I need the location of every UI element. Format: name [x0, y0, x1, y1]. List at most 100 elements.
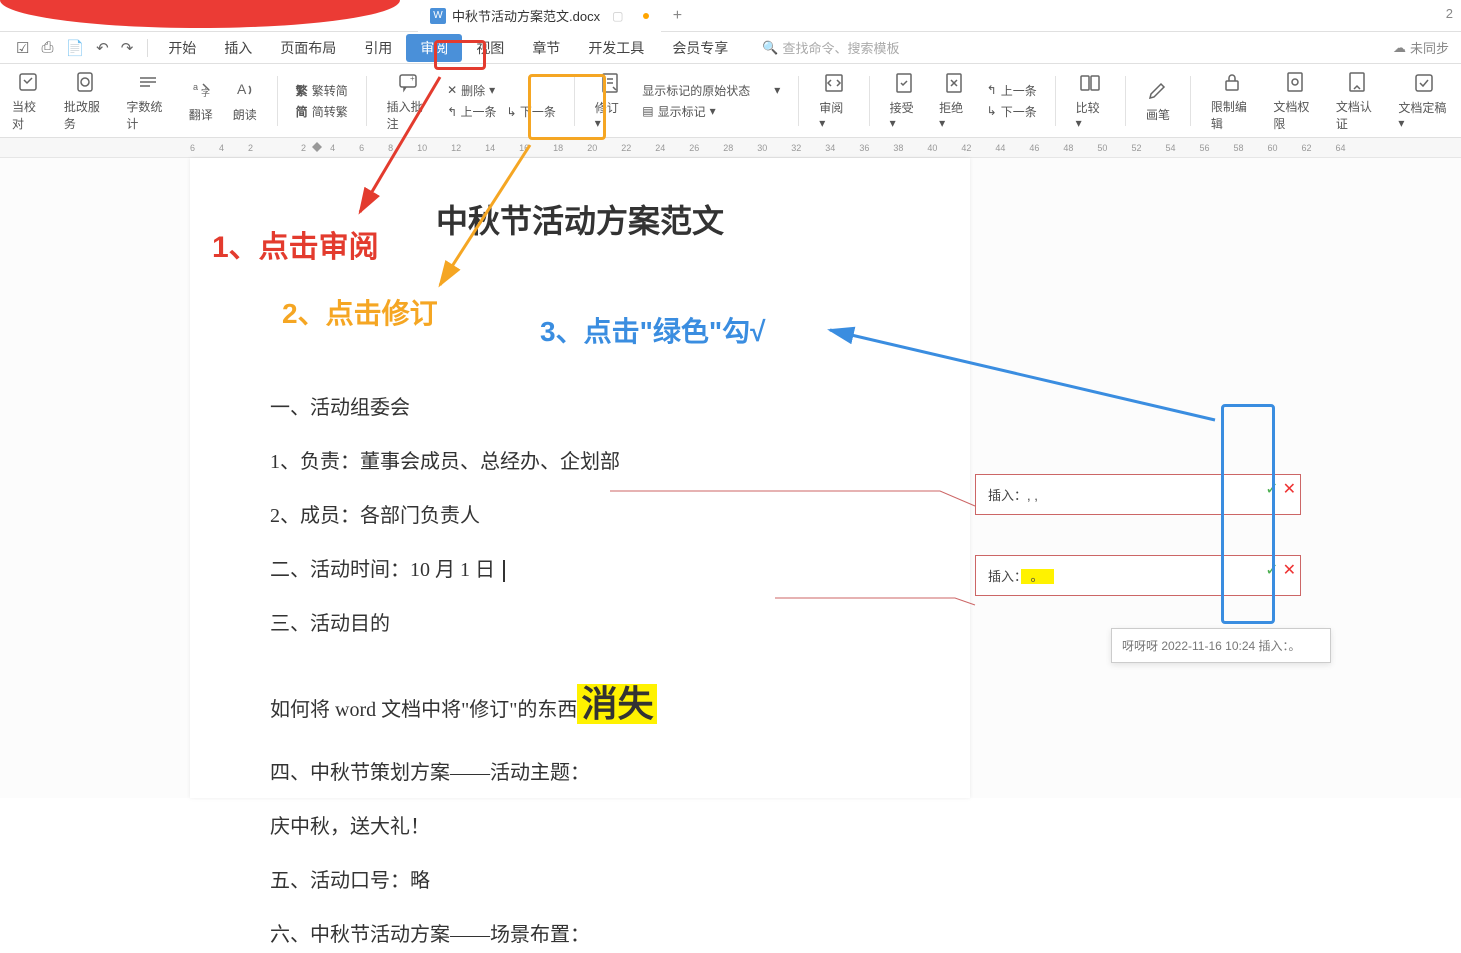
menu-start[interactable]: 开始: [154, 34, 210, 62]
annotation-step-3: 3、点击"绿色"勾√: [540, 310, 766, 350]
menu-section[interactable]: 章节: [518, 34, 574, 62]
accept-comment-icon[interactable]: ✓: [1265, 560, 1278, 580]
doc-line: 三、活动目的: [270, 606, 890, 642]
next-comment-button[interactable]: ↳ 下一条: [506, 103, 555, 120]
menu-member[interactable]: 会员专享: [658, 34, 742, 62]
read-button[interactable]: A 朗读: [227, 76, 263, 125]
approval-button[interactable]: 批改服务: [58, 68, 112, 134]
menu-pagelayout[interactable]: 页面布局: [266, 34, 350, 62]
doc-line: 如何将 word 文档中将"修订"的东西消失: [270, 672, 890, 737]
menu-insert[interactable]: 插入: [210, 34, 266, 62]
prev-comment-button[interactable]: ↰ 上一条: [447, 103, 496, 120]
command-search[interactable]: 🔍 查找命令、搜索模板: [762, 38, 899, 57]
search-placeholder: 查找命令、搜索模板: [783, 38, 900, 57]
indent-marker-icon[interactable]: [312, 140, 322, 154]
doc-auth-button[interactable]: 文档认证: [1330, 68, 1384, 134]
delete-nav-group: ✕删除▾ ↰ 上一条 ↳ 下一条: [443, 82, 560, 120]
accept-comment-icon[interactable]: ✓: [1265, 479, 1278, 499]
tab-minimize-icon[interactable]: ▢: [612, 9, 623, 23]
print-icon[interactable]: ⎙: [41, 39, 53, 57]
annotation-step-1: 1、点击审阅: [212, 222, 379, 266]
read-icon: A: [233, 78, 257, 102]
fan-to-simple-button[interactable]: 繁繁转简: [296, 82, 348, 99]
review-pane-button[interactable]: 审阅 ▾: [813, 69, 855, 132]
auth-icon: [1345, 70, 1369, 94]
doc-finalize-button[interactable]: 文档定稿 ▾: [1392, 69, 1455, 132]
markup-state-dropdown[interactable]: 显示标记的原始状态: [642, 82, 750, 99]
next-change-button[interactable]: ↳下一条: [987, 103, 1037, 120]
markup-icon: ▤: [642, 104, 653, 118]
insert-comment-button[interactable]: + 插入批注: [381, 68, 435, 134]
word-doc-icon: W: [430, 8, 446, 24]
comment-tooltip: 呀呀呀 2022-11-16 10:24 插入：。: [1111, 628, 1331, 663]
menu-reference[interactable]: 引用: [350, 34, 406, 62]
document-tab[interactable]: W 中秋节活动方案范文.docx ▢: [418, 0, 661, 32]
doc-permission-button[interactable]: 文档权限: [1267, 68, 1321, 134]
lock-icon: [1220, 70, 1244, 94]
jian-icon: 简: [296, 103, 308, 120]
left-margin: [0, 158, 190, 798]
next-icon: ↳: [987, 104, 997, 118]
comment-box-2[interactable]: ✓ ✕ 插入：。: [975, 555, 1301, 596]
accept-button[interactable]: 接受 ▾: [884, 69, 926, 132]
change-nav-group: ↰上一条 ↳下一条: [983, 82, 1041, 120]
restrict-edit-button[interactable]: 限制编辑: [1205, 68, 1259, 134]
delete-comment-button[interactable]: ✕删除▾: [447, 82, 556, 99]
reject-icon: [942, 71, 966, 95]
translate-button[interactable]: a字 翻译: [183, 76, 219, 125]
text-cursor: [503, 560, 505, 582]
dropdown-icon: ▾: [489, 83, 495, 97]
comment-text: 插入：。: [988, 569, 1054, 584]
highlighted-text: 消失: [577, 684, 657, 724]
doc-line: 2、成员：各部门负责人: [270, 498, 890, 534]
review-ribbon: 当校对 批改服务 字数统计 a字 翻译 A 朗读 繁繁转简 简简转繁 + 插入批…: [0, 64, 1461, 138]
cloud-icon: ☁: [1393, 40, 1406, 56]
tab-title: 中秋节活动方案范文.docx: [452, 6, 600, 25]
review-pane-icon: [822, 71, 846, 95]
finalize-icon: [1412, 71, 1436, 95]
permission-icon: [1283, 70, 1307, 94]
menu-review[interactable]: 审阅: [406, 34, 462, 62]
divider: [147, 39, 148, 57]
dropdown-icon[interactable]: ▾: [774, 83, 780, 97]
delete-icon: ✕: [447, 83, 457, 97]
ruler-ticks: 642 2468 10121416 18202224 26283032 3436…: [190, 143, 1346, 153]
undo-icon[interactable]: ↶: [96, 39, 109, 57]
sync-label: 未同步: [1410, 38, 1449, 57]
comments-pane: ✓ ✕ 插入：, , ✓ ✕ 插入：。: [975, 474, 1301, 636]
sync-status[interactable]: ☁ 未同步: [1393, 38, 1449, 57]
add-tab-button[interactable]: +: [661, 7, 693, 25]
doc-line: 六、中秋节活动方案——场景布置：: [270, 917, 890, 953]
svg-text:+: +: [410, 74, 415, 83]
wordcount-icon: [136, 70, 160, 94]
menu-devtools[interactable]: 开发工具: [574, 34, 658, 62]
revise-icon: [598, 71, 622, 95]
doc-line: 二、活动时间：10 月 1 日: [270, 552, 890, 588]
doc-line: 五、活动口号：略: [270, 863, 890, 899]
horizontal-ruler[interactable]: 642 2468 10121416 18202224 26283032 3436…: [0, 138, 1461, 158]
doc-line: 1、负责：董事会成员、总经办、企划部: [270, 444, 890, 480]
proofread-button[interactable]: 当校对: [6, 68, 50, 134]
preview-icon[interactable]: 📄: [65, 39, 84, 57]
unsaved-indicator-icon: [643, 13, 649, 19]
compare-button[interactable]: 比较 ▾: [1070, 69, 1112, 132]
doc-line: 庆中秋，送大礼！: [270, 809, 890, 845]
accept-icon: [892, 71, 916, 95]
translate-icon: a字: [189, 78, 213, 102]
pen-button[interactable]: 画笔: [1140, 76, 1176, 125]
reject-button[interactable]: 拒绝 ▾: [933, 69, 975, 132]
doc-line: 四、中秋节策划方案——活动主题：: [270, 755, 890, 791]
comment-box-1[interactable]: ✓ ✕ 插入：, ,: [975, 474, 1301, 515]
simple-to-fan-button[interactable]: 简简转繁: [296, 103, 348, 120]
comment-text: 插入：, ,: [988, 488, 1038, 503]
menu-view[interactable]: 视图: [462, 34, 518, 62]
convert-group: 繁繁转简 简简转繁: [292, 82, 352, 120]
wordcount-button[interactable]: 字数统计: [120, 68, 174, 134]
show-markup-button[interactable]: ▤显示标记 ▾: [642, 103, 780, 120]
redo-icon[interactable]: ↷: [121, 39, 134, 57]
reject-comment-icon[interactable]: ✕: [1283, 560, 1296, 580]
prev-change-button[interactable]: ↰上一条: [987, 82, 1037, 99]
save-icon[interactable]: ☑: [16, 39, 29, 57]
revise-button[interactable]: 修订 ▾: [589, 69, 631, 132]
reject-comment-icon[interactable]: ✕: [1283, 479, 1296, 499]
